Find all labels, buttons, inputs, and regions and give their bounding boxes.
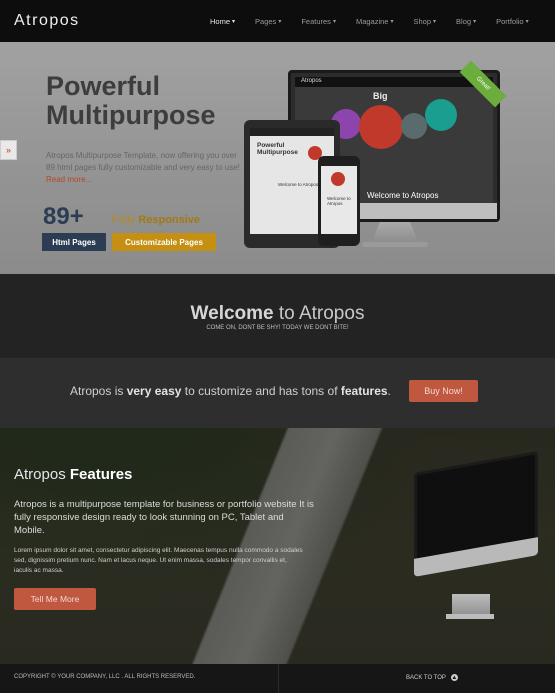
top-navbar: Atropos Home ▾ Pages ▾ Features ▾ Magazine ▾… bbox=[0, 0, 555, 42]
chevron-right-icon: » bbox=[5, 145, 11, 155]
welcome-section: Welcome to Atropos COME ON, DONT BE SHY!… bbox=[0, 274, 555, 358]
footer-divider bbox=[278, 664, 279, 693]
menu-item-portfolio[interactable]: Portfolio ▾ bbox=[496, 17, 529, 26]
pages-count: 89+ bbox=[43, 203, 84, 230]
menu-item-blog[interactable]: Blog ▾ bbox=[456, 17, 476, 26]
side-panel-toggle[interactable]: » bbox=[0, 140, 17, 160]
hero-title-line: Powerful bbox=[46, 71, 161, 101]
tablet-title: Powerful Multipurpose bbox=[257, 142, 298, 156]
back-to-top-link[interactable]: BACK TO TOP ▲ bbox=[406, 674, 458, 681]
site-logo[interactable]: Atropos bbox=[14, 12, 80, 30]
html-pages-badge: Html Pages bbox=[42, 233, 106, 251]
phone-screen: Welcome to Atropos bbox=[321, 166, 357, 234]
features-title-strong: Features bbox=[69, 466, 133, 483]
monitor-icon bbox=[359, 105, 403, 149]
customizable-pages-badge: Customizable Pages bbox=[112, 233, 216, 251]
menu-item-pages[interactable]: Pages ▾ bbox=[255, 17, 281, 26]
chevron-down-icon: ▾ bbox=[278, 18, 282, 25]
chevron-down-icon: ▾ bbox=[433, 18, 437, 25]
welcome-subtitle: COME ON, DONT BE SHY! TODAY WE DONT BITE… bbox=[206, 325, 349, 331]
lightbulb-icon bbox=[401, 113, 427, 139]
hero-title: Powerful Multipurpose bbox=[46, 72, 216, 130]
hero-slider: » Powerful Multipurpose Atropos Multipur… bbox=[0, 42, 555, 274]
menu-item-label: Shop bbox=[413, 16, 432, 26]
copyright-text: COPYRIGHT © YOUR COMPANY, LLC . ALL RIGH… bbox=[14, 674, 196, 680]
welcome-title: Welcome to Atropos bbox=[0, 303, 555, 325]
features-section: Atropos Features Atropos is a multipurpo… bbox=[0, 428, 555, 664]
menu-item-label: Magazine bbox=[355, 16, 389, 26]
buy-now-button[interactable]: Buy Now! bbox=[409, 380, 478, 402]
cta-text-part: to customize and has tons of bbox=[181, 384, 341, 398]
phone-mockup: Welcome to Atropos bbox=[318, 156, 360, 246]
tablet-header bbox=[250, 128, 334, 136]
tagline-strong: Responsive bbox=[138, 214, 201, 226]
hero-description-text: Atropos Multipurpose Template, now offer… bbox=[46, 151, 240, 172]
chevron-down-icon: ▾ bbox=[525, 18, 529, 25]
arrow-up-icon: ▲ bbox=[450, 674, 458, 681]
chevron-down-icon: ▾ bbox=[232, 18, 236, 25]
chevron-down-icon: ▾ bbox=[473, 18, 477, 25]
welcome-title-strong: Welcome bbox=[190, 303, 274, 324]
tablet-title-line: Multipurpose bbox=[257, 149, 298, 156]
cta-text-part: Atropos is bbox=[70, 384, 127, 398]
menu-item-shop[interactable]: Shop ▾ bbox=[414, 17, 437, 26]
menu-item-home[interactable]: Home ▾ bbox=[210, 17, 235, 26]
phone-circle-icon bbox=[331, 172, 345, 186]
menu-item-features[interactable]: Features ▾ bbox=[301, 17, 336, 26]
call-to-action: Atropos is very easy to customize and ha… bbox=[0, 358, 555, 428]
tablet-title-line: Powerful bbox=[257, 142, 285, 149]
menu-item-label: Portfolio bbox=[496, 16, 524, 26]
cta-text-strong: features bbox=[340, 384, 388, 398]
tablet-welcome: Welcome to Atropos bbox=[278, 182, 319, 187]
read-more-link[interactable]: Read more... bbox=[46, 175, 92, 184]
menu-item-label: Home bbox=[210, 16, 231, 26]
tagline-prefix: Fully bbox=[112, 214, 136, 226]
cta-text: Atropos is very easy to customize and ha… bbox=[70, 384, 391, 398]
menu-item-label: Blog bbox=[456, 16, 472, 26]
back-to-top-label: BACK TO TOP bbox=[406, 674, 446, 681]
cta-text-part: . bbox=[387, 384, 391, 398]
monitor-illustration bbox=[414, 451, 538, 597]
screen-navbar: Atropos bbox=[295, 77, 493, 87]
menu-item-label: Pages bbox=[255, 16, 277, 26]
hero-description: Atropos Multipurpose Template, now offer… bbox=[46, 150, 242, 186]
globe-icon bbox=[425, 99, 457, 131]
tell-me-more-button[interactable]: Tell Me More bbox=[14, 588, 96, 610]
phone-welcome: Welcome to Atropos bbox=[327, 196, 351, 206]
screen-welcome: Welcome to Atropos bbox=[367, 191, 439, 200]
cta-text-strong: very easy bbox=[126, 384, 182, 398]
footer: COPYRIGHT © YOUR COMPANY, LLC . ALL RIGH… bbox=[0, 664, 555, 693]
menu-item-label: Features bbox=[301, 16, 331, 26]
chevron-down-icon: ▾ bbox=[390, 18, 394, 25]
welcome-title-rest: to Atropos bbox=[273, 303, 365, 324]
features-title: Atropos Features bbox=[14, 466, 132, 483]
features-paragraph: Atropos is a multipurpose template for b… bbox=[14, 499, 314, 536]
features-title-part: Atropos bbox=[14, 466, 70, 483]
desktop-base bbox=[362, 242, 428, 247]
responsive-tagline: Fully Responsive bbox=[112, 214, 200, 226]
screen-heading: Big bbox=[373, 91, 388, 101]
menu-item-magazine[interactable]: Magazine ▾ bbox=[356, 17, 394, 26]
monitor-base bbox=[446, 614, 494, 619]
features-lorem: Lorem ipsum dolor sit amet, consectetur … bbox=[14, 547, 303, 574]
main-menu: Home ▾ Pages ▾ Features ▾ Magazine ▾ Shop ▾ B… bbox=[210, 0, 549, 42]
chevron-down-icon: ▾ bbox=[332, 18, 336, 25]
monitor-stand bbox=[452, 594, 490, 616]
hero-title-line: Multipurpose bbox=[46, 100, 216, 130]
screen-brand: Atropos bbox=[301, 78, 322, 84]
